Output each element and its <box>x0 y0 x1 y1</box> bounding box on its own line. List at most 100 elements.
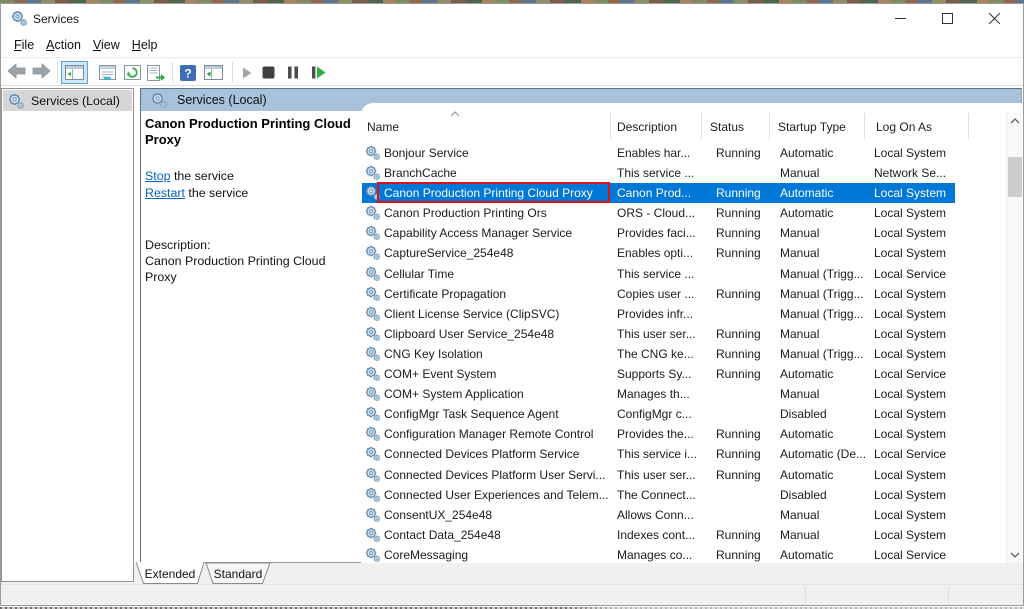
restart-service-link[interactable]: Restart <box>145 186 185 200</box>
column-header-description[interactable]: Description <box>617 120 677 134</box>
cell-desc: Indexes cont... <box>617 525 695 545</box>
refresh-button[interactable] <box>121 63 144 82</box>
scroll-down-button[interactable] <box>1007 546 1023 563</box>
cell-desc: Canon Prod... <box>617 183 691 203</box>
cell-name: BranchCache <box>384 163 457 183</box>
service-row[interactable]: ConsentUX_254e48Allows Conn...ManualLoca… <box>362 505 1006 525</box>
pause-service-button[interactable] <box>285 65 301 80</box>
menu-bar: File Action View Help <box>1 33 1023 57</box>
service-row[interactable]: Connected Devices Platform User Servi...… <box>362 465 1006 485</box>
cell-desc: Manages th... <box>617 384 690 404</box>
toolbar: ? <box>1 57 1023 86</box>
service-row[interactable]: CaptureService_254e48Enables opti...Runn… <box>362 243 1006 263</box>
service-row[interactable]: Connected Devices Platform ServiceThis s… <box>362 444 1006 464</box>
export-list-button[interactable] <box>144 63 168 82</box>
show-console-tree-button[interactable] <box>61 61 88 84</box>
menu-action[interactable]: Action <box>40 35 87 55</box>
service-gear-icon <box>365 527 380 542</box>
cell-desc: The Connect... <box>617 485 696 505</box>
service-gear-icon <box>365 205 380 220</box>
column-header-name[interactable]: Name <box>367 120 399 134</box>
service-row[interactable]: BranchCacheThis service ...ManualNetwork… <box>362 163 1006 183</box>
maximize-button[interactable] <box>924 4 971 33</box>
service-gear-icon <box>365 386 380 401</box>
tree-item-label: Services (Local) <box>31 94 120 108</box>
stop-service-button[interactable] <box>260 65 276 80</box>
properties-icon <box>99 65 116 80</box>
service-row[interactable]: Cellular TimeThis service ...Manual (Tri… <box>362 264 1006 284</box>
close-button[interactable] <box>971 4 1018 33</box>
forward-button[interactable] <box>32 63 51 79</box>
cell-name: Connected Devices Platform User Servi... <box>384 465 605 485</box>
vertical-scrollbar[interactable] <box>1006 112 1022 563</box>
stop-service-link[interactable]: Stop <box>145 169 171 183</box>
cell-startup: Manual <box>780 163 819 183</box>
back-button[interactable] <box>7 63 26 79</box>
cell-name: ConsentUX_254e48 <box>384 505 492 525</box>
cell-name: COM+ System Application <box>384 384 524 404</box>
services-gear-icon <box>8 93 24 109</box>
service-row[interactable]: Contact Data_254e48Indexes cont...Runnin… <box>362 525 1006 545</box>
menu-file[interactable]: File <box>8 35 40 55</box>
service-row[interactable]: Certificate PropagationCopies user ...Ru… <box>362 284 1006 304</box>
play-icon <box>242 67 252 79</box>
column-header-log-on-as[interactable]: Log On As <box>876 120 932 134</box>
cell-status: Running <box>716 545 761 563</box>
column-header-startup-type[interactable]: Startup Type <box>778 120 846 134</box>
service-gear-icon <box>365 245 380 260</box>
service-row[interactable]: ConfigMgr Task Sequence AgentConfigMgr c… <box>362 404 1006 424</box>
cell-desc: Provides the... <box>617 424 694 444</box>
cell-desc: Enables opti... <box>617 243 693 263</box>
cell-name: Contact Data_254e48 <box>384 525 501 545</box>
scrollbar-thumb[interactable] <box>1008 157 1022 197</box>
back-arrow-icon <box>7 63 26 79</box>
cell-name: Canon Production Printing Ors <box>384 203 547 223</box>
service-row[interactable]: Connected User Experiences and Telem...T… <box>362 485 1006 505</box>
stop-link-suffix: the service <box>171 169 234 183</box>
tree-item-services-local[interactable]: Services (Local) <box>3 90 132 111</box>
help-button[interactable]: ? <box>177 63 199 82</box>
cell-desc: This service i... <box>617 444 697 464</box>
title-bar: Services <box>1 4 1023 33</box>
restart-service-button[interactable] <box>308 65 328 80</box>
service-row[interactable]: Bonjour ServiceEnables har...RunningAuto… <box>362 143 1006 163</box>
menu-help[interactable]: Help <box>126 35 164 55</box>
cell-logon: Local System <box>874 223 946 243</box>
service-row[interactable]: CNG Key IsolationThe CNG ke...RunningMan… <box>362 344 1006 364</box>
cell-desc: Allows Conn... <box>617 505 694 525</box>
service-row[interactable]: CoreMessagingManages co...RunningAutomat… <box>362 545 1006 563</box>
cell-status: Running <box>716 223 761 243</box>
console-tree-panel: Services (Local) <box>1 88 134 582</box>
console-tree-icon <box>65 65 84 80</box>
service-row[interactable]: Configuration Manager Remote ControlProv… <box>362 424 1006 444</box>
service-row[interactable]: COM+ System ApplicationManages th...Manu… <box>362 384 1006 404</box>
scroll-up-button[interactable] <box>1007 112 1023 129</box>
service-row[interactable]: Canon Production Printing Ors ORS - Cloud… <box>362 203 1006 223</box>
cell-status: Running <box>716 424 761 444</box>
cell-startup: Automatic <box>780 545 833 563</box>
restart-icon <box>311 66 326 79</box>
cell-logon: Local System <box>874 525 946 545</box>
tab-standard[interactable]: Standard <box>206 563 270 584</box>
cell-desc: ORS - Cloud... <box>617 203 695 223</box>
cell-desc: This user ser... <box>617 465 696 485</box>
service-row[interactable]: Clipboard User Service_254e48This user s… <box>362 324 1006 344</box>
service-row[interactable]: Canon Production Printing Cloud ProxyCan… <box>362 183 1006 203</box>
forward-arrow-icon <box>32 63 51 79</box>
minimize-button[interactable] <box>877 4 924 33</box>
service-row[interactable]: COM+ Event SystemSupports Sy...RunningAu… <box>362 364 1006 384</box>
properties-button[interactable] <box>95 63 119 82</box>
cell-startup: Automatic <box>780 364 833 384</box>
cell-status: Running <box>716 444 761 464</box>
tab-extended[interactable]: Extended <box>136 562 204 584</box>
start-service-button[interactable] <box>239 65 255 80</box>
cell-desc: Supports Sy... <box>617 364 691 384</box>
cell-logon: Local System <box>874 284 946 304</box>
show-action-pane-button[interactable] <box>201 63 225 82</box>
service-row[interactable]: Capability Access Manager ServiceProvide… <box>362 223 1006 243</box>
service-row[interactable]: Client License Service (ClipSVC)Provides… <box>362 304 1006 324</box>
cell-status: Running <box>716 284 761 304</box>
column-header-status[interactable]: Status <box>710 120 744 134</box>
menu-view[interactable]: View <box>87 35 126 55</box>
cell-logon: Local System <box>874 465 946 485</box>
